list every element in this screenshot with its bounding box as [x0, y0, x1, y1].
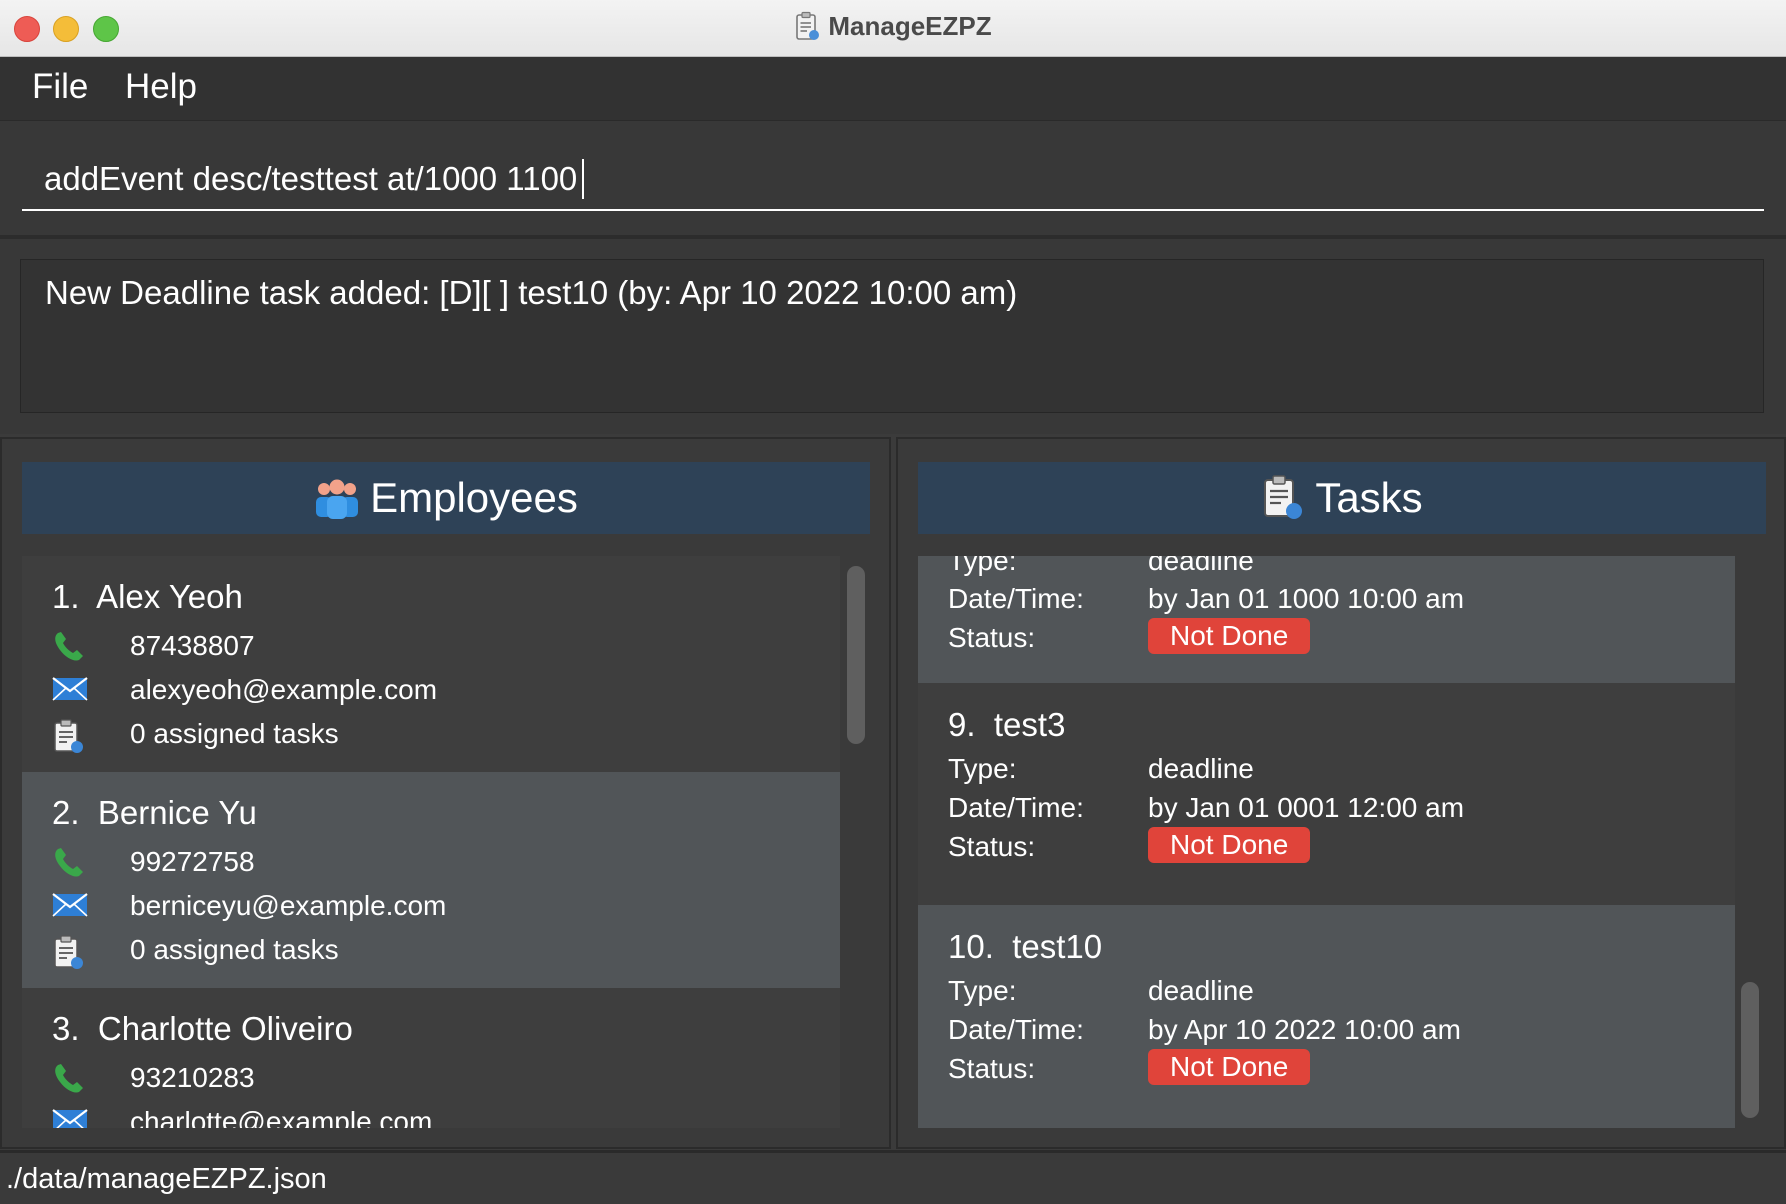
- task-card[interactable]: 9. test3 Type: deadline Date/Time: by Ja…: [918, 683, 1735, 905]
- employee-heading: 1. Alex Yeoh: [52, 578, 243, 616]
- employee-card[interactable]: 1. Alex Yeoh 87438807 alexyeoh@example.c…: [22, 556, 840, 772]
- employee-index: 3.: [52, 1010, 80, 1047]
- task-datetime: by Apr 10 2022 10:00 am: [1148, 1014, 1461, 1045]
- task-list-scrollbar[interactable]: [1741, 556, 1761, 1128]
- people-icon: [316, 479, 359, 519]
- phone-icon: [55, 848, 83, 877]
- employee-card[interactable]: 2. Bernice Yu 99272758 berniceyu@example…: [22, 772, 840, 988]
- task-type-label: Type:: [948, 753, 1017, 784]
- tasks-header-label: Tasks: [1315, 474, 1423, 521]
- employee-list[interactable]: 1. Alex Yeoh 87438807 alexyeoh@example.c…: [22, 556, 840, 1128]
- task-name: test10: [1012, 928, 1103, 965]
- app-clipboard-icon: [796, 11, 820, 40]
- task-card[interactable]: Type: deadline Date/Time: by Jan 01 1000…: [918, 556, 1735, 683]
- menu-bar: File Help: [0, 57, 1786, 121]
- phone-icon: [55, 1064, 83, 1093]
- employee-email: berniceyu@example.com: [130, 890, 447, 921]
- task-name: test3: [993, 706, 1066, 743]
- task-status-label: Status:: [948, 622, 1036, 653]
- employees-header: Employees: [22, 462, 870, 534]
- employee-email: charlotte@example.com: [130, 1106, 433, 1128]
- task-type-label: Type:: [948, 556, 1017, 576]
- task-heading: 10. test10: [948, 928, 1102, 966]
- task-clipboard-icon: [54, 935, 83, 969]
- email-icon: [52, 677, 88, 701]
- task-datetime: by Jan 01 0001 12:00 am: [1148, 792, 1465, 823]
- task-heading: 9. test3: [948, 706, 1065, 744]
- task-index: 9.: [948, 706, 976, 743]
- window-title-text: ManageEZPZ: [828, 11, 992, 41]
- data-file-path: ./data/manageEZPZ.json: [6, 1163, 327, 1195]
- employee-email: alexyeoh@example.com: [130, 674, 438, 705]
- command-input[interactable]: [22, 149, 1764, 211]
- menu-help[interactable]: Help: [125, 67, 197, 107]
- status-bar: ./data/manageEZPZ.json: [0, 1150, 1786, 1204]
- result-display[interactable]: New Deadline task added: [D][ ] test10 (…: [20, 259, 1764, 413]
- employee-name: Bernice Yu: [97, 794, 257, 831]
- task-type: deadline: [1148, 975, 1254, 1006]
- task-status-label: Status:: [948, 831, 1036, 862]
- employee-index: 2.: [52, 794, 80, 831]
- task-datetime-label: Date/Time:: [948, 583, 1084, 614]
- task-status-badge: Not Done: [1148, 1049, 1311, 1085]
- task-status-badge: Not Done: [1148, 618, 1311, 654]
- employee-phone: 99272758: [130, 846, 255, 877]
- email-icon: [52, 1109, 88, 1128]
- task-card[interactable]: 10. test10 Type: deadline Date/Time: by …: [918, 905, 1735, 1128]
- tasks-header: Tasks: [918, 462, 1766, 534]
- task-status-label: Status:: [948, 1053, 1036, 1084]
- result-pane: New Deadline task added: [D][ ] test10 (…: [0, 239, 1786, 434]
- task-status-badge: Not Done: [1148, 827, 1311, 863]
- phone-icon: [55, 632, 83, 661]
- employee-index: 1.: [52, 578, 80, 615]
- command-pane: [0, 121, 1786, 239]
- employee-phone: 87438807: [130, 630, 255, 661]
- task-index: 10.: [948, 928, 994, 965]
- task-type: deadline: [1148, 556, 1254, 576]
- employee-phone: 93210283: [130, 1062, 255, 1093]
- task-datetime: by Jan 01 1000 10:00 am: [1148, 583, 1465, 614]
- employee-heading: 3. Charlotte Oliveiro: [52, 1010, 353, 1048]
- email-icon: [52, 893, 88, 917]
- task-scroll-thumb[interactable]: [1741, 982, 1759, 1118]
- employees-panel: Employees 1. Alex Yeoh 87438807 alexyeoh…: [0, 437, 891, 1149]
- task-clipboard-icon: [54, 719, 83, 753]
- employee-name: Charlotte Oliveiro: [97, 1010, 353, 1047]
- employee-scroll-thumb[interactable]: [847, 566, 865, 744]
- employees-header-label: Employees: [370, 474, 578, 521]
- task-datetime-label: Date/Time:: [948, 1014, 1084, 1045]
- employee-heading: 2. Bernice Yu: [52, 794, 257, 832]
- task-clipboard-icon: [1264, 475, 1303, 519]
- employee-assigned-tasks: 0 assigned tasks: [130, 718, 339, 749]
- result-message: New Deadline task added: [D][ ] test10 (…: [45, 274, 1018, 311]
- text-caret: [582, 159, 584, 199]
- task-list[interactable]: Type: deadline Date/Time: by Jan 01 1000…: [918, 556, 1735, 1128]
- task-datetime-label: Date/Time:: [948, 792, 1084, 823]
- task-type-label: Type:: [948, 975, 1017, 1006]
- task-type: deadline: [1148, 753, 1254, 784]
- employee-name: Alex Yeoh: [96, 578, 243, 615]
- employee-card[interactable]: 3. Charlotte Oliveiro 93210283 charlotte…: [22, 988, 840, 1128]
- window-title: ManageEZPZ: [0, 11, 1786, 42]
- tasks-panel: Tasks Type: deadline Date/Time: by Jan 0…: [896, 437, 1786, 1149]
- menu-file[interactable]: File: [32, 67, 88, 107]
- window-title-bar: ManageEZPZ: [0, 0, 1786, 57]
- employee-list-scrollbar[interactable]: [847, 556, 867, 1128]
- employee-assigned-tasks: 0 assigned tasks: [130, 934, 339, 965]
